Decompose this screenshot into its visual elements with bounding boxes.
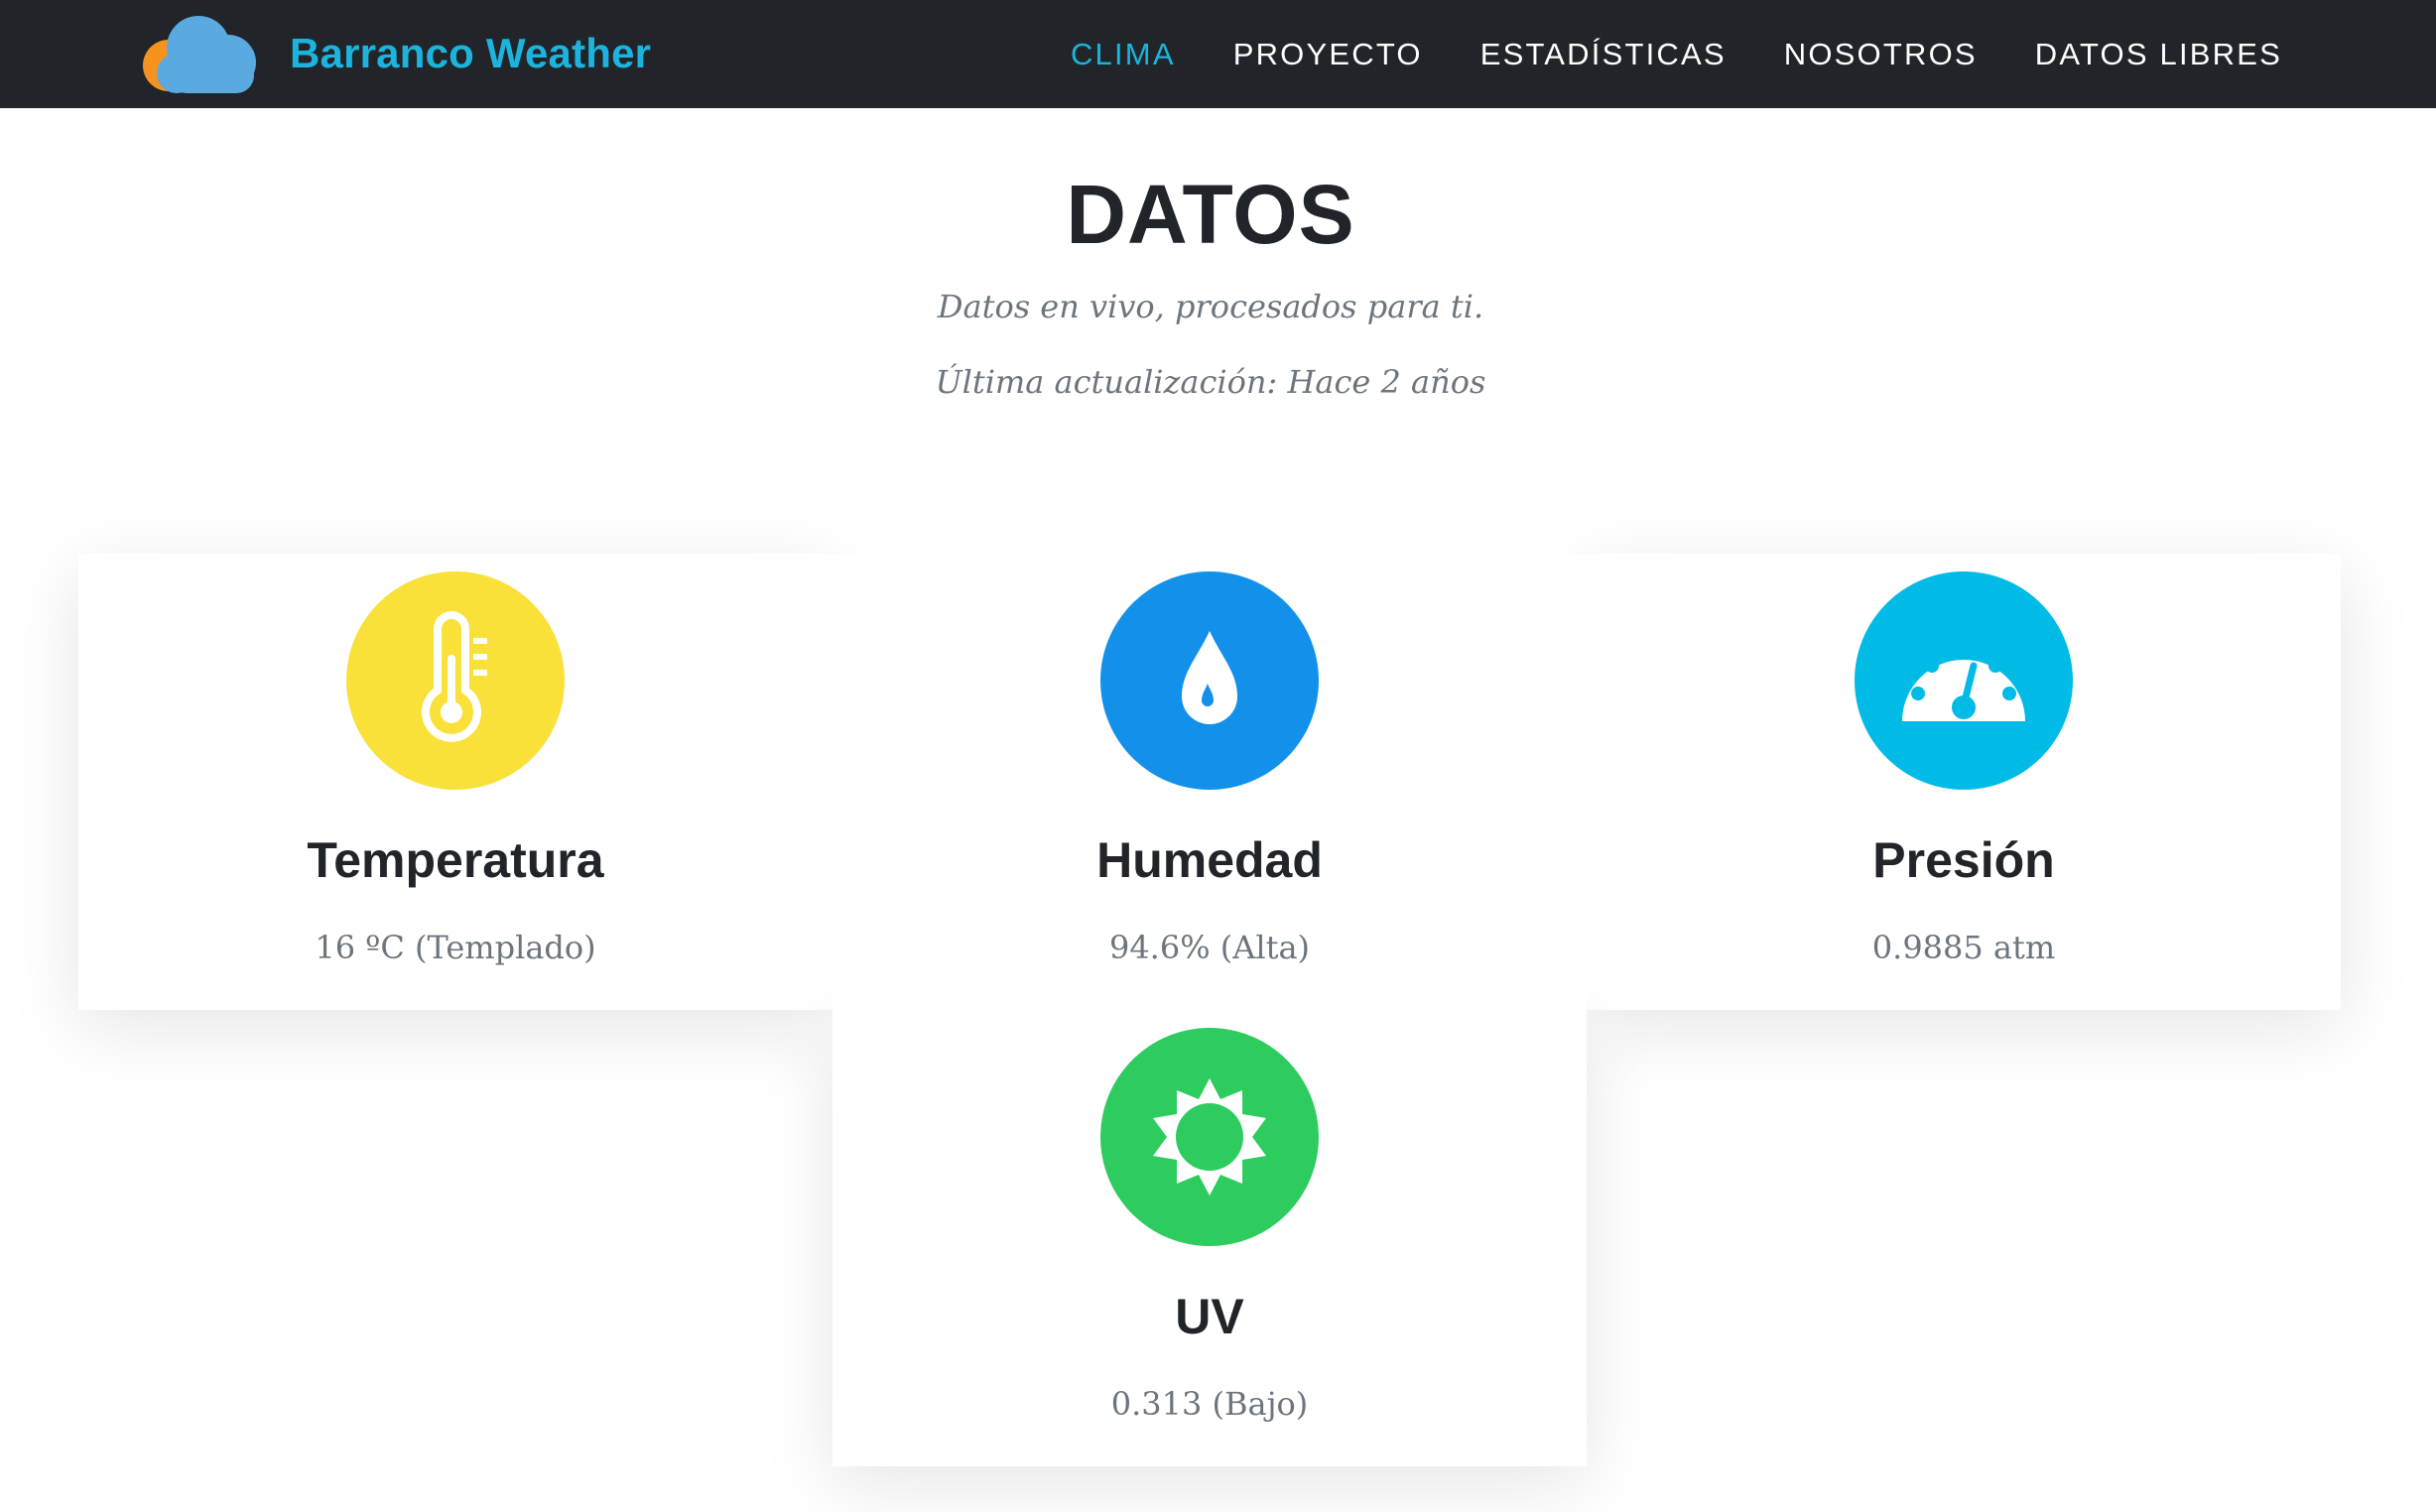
gauge-icon xyxy=(1902,645,2025,721)
last-updated-text: Última actualización: Hace 2 años xyxy=(935,363,1486,401)
pressure-icon-circle xyxy=(1855,571,2073,790)
uv-card: UV 0.313 (Bajo) xyxy=(833,1010,1587,1466)
uv-icon-circle xyxy=(1100,1028,1319,1246)
navbar: Barranco Weather CLIMA PROYECTO ESTADÍST… xyxy=(0,0,2436,108)
nav-link-proyecto[interactable]: PROYECTO xyxy=(1233,37,1423,72)
humidity-icon-circle xyxy=(1100,571,1319,790)
temperature-value: 16 ºC (Templado) xyxy=(315,929,596,966)
nav-link-datos-libres[interactable]: DATOS LIBRES xyxy=(2035,37,2282,72)
brand-link[interactable]: Barranco Weather xyxy=(129,8,651,99)
cloud-logo-icon xyxy=(143,16,256,93)
page-subtitle: Datos en vivo, procesados para ti. xyxy=(937,288,1484,325)
thermometer-icon xyxy=(422,611,487,742)
water-drop-icon xyxy=(1182,631,1237,724)
brand-name: Barranco Weather xyxy=(290,30,652,76)
temperature-card: Temperatura 16 ºC (Templado) xyxy=(78,554,833,1010)
humidity-title: Humedad xyxy=(1096,832,1323,888)
pressure-value: 0.9885 atm xyxy=(1871,929,2056,966)
pressure-title: Presión xyxy=(1872,832,2055,888)
temperature-title: Temperatura xyxy=(307,832,604,888)
nav-menu: CLIMA PROYECTO ESTADÍSTICAS NOSOTROS DAT… xyxy=(1013,0,2282,108)
uv-value: 0.313 (Bajo) xyxy=(1110,1385,1309,1423)
page-title: DATOS xyxy=(1066,168,1355,261)
humidity-value: 94.6% (Alta) xyxy=(1108,929,1311,966)
temperature-icon-circle xyxy=(346,571,565,790)
sun-icon xyxy=(1153,1078,1266,1196)
nav-link-clima[interactable]: CLIMA xyxy=(1071,37,1176,72)
uv-title: UV xyxy=(1175,1289,1244,1344)
humidity-card: Humedad 94.6% (Alta) xyxy=(833,554,1587,1010)
nav-link-estadisticas[interactable]: ESTADÍSTICAS xyxy=(1480,37,1727,72)
nav-link-nosotros[interactable]: NOSOTROS xyxy=(1784,37,1978,72)
pressure-card: Presión 0.9885 atm xyxy=(1587,554,2341,1010)
